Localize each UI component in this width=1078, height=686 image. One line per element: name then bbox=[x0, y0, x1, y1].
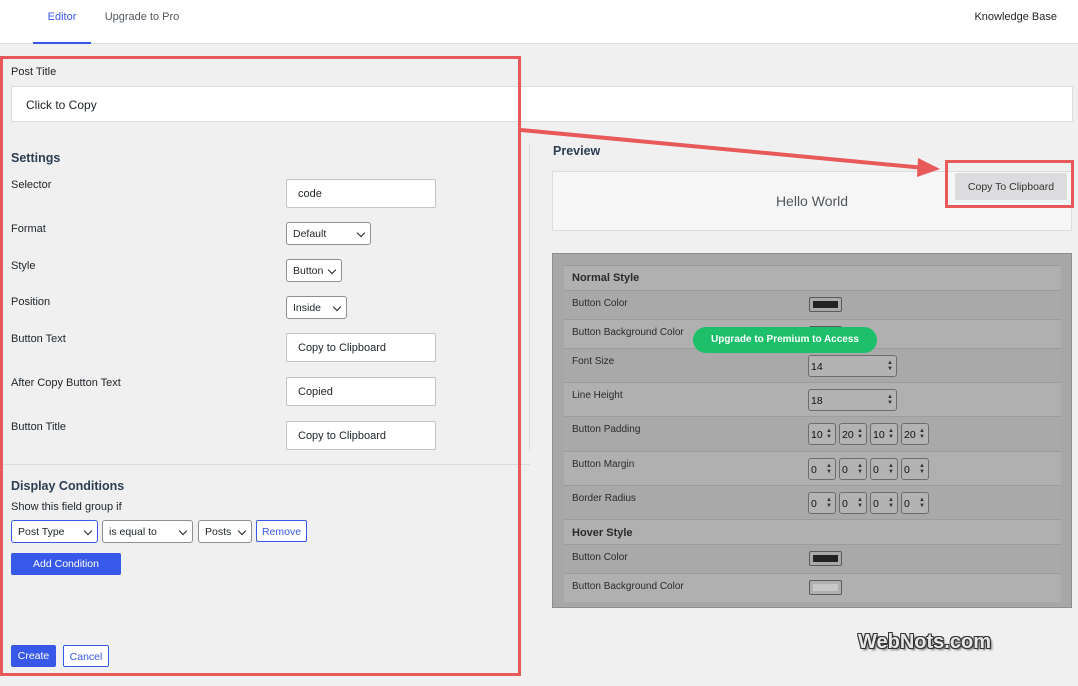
annotation-arrow bbox=[520, 128, 940, 177]
arrow-shaft bbox=[520, 128, 926, 170]
arrow-head bbox=[917, 158, 940, 177]
watermark-logo: WebNots.com bbox=[858, 631, 991, 653]
